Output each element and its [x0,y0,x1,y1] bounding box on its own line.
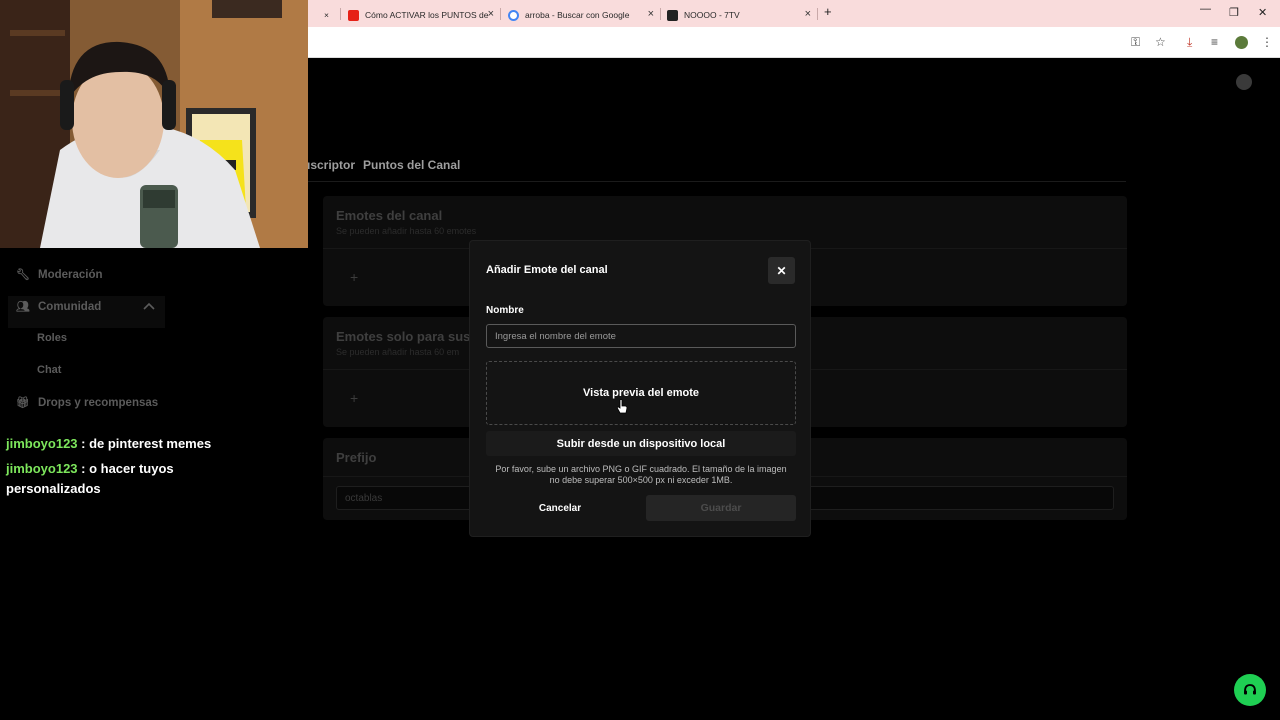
chat-username: jimboyo123 [6,436,78,451]
sidebar-item-label: Moderación [38,268,103,281]
star-icon[interactable]: ☆ [1155,35,1166,49]
sidebar-item-label: Drops y recompensas [38,396,159,409]
close-button[interactable]: ✕ [768,257,795,284]
sidebar-item-drops[interactable]: 🎁︎ Drops y recompensas [16,396,159,410]
section-subtitle: Se pueden añadir hasta 60 em [336,347,460,357]
new-tab-button[interactable]: + [824,4,832,19]
section-title: Emotes del canal [336,208,443,223]
webcam-image [0,0,308,248]
tab-close-button[interactable]: × [324,3,340,27]
sidebar-item-chat[interactable]: Chat [37,364,61,376]
help-button[interactable] [1234,674,1266,706]
chat-text: : de pinterest memes [77,436,212,451]
tab-separator [500,8,501,20]
key-icon[interactable]: ⚿ [1131,35,1140,50]
headset-icon [1244,684,1256,695]
hand-cursor-icon [617,399,628,414]
chat-username: jimboyo123 [6,461,78,476]
section-title: Emotes solo para susc [336,329,478,344]
save-button[interactable]: Guardar [646,495,796,521]
restore-icon[interactable]: ❐ [1229,6,1239,19]
section-subtitle: Se pueden añadir hasta 60 emotes [336,226,477,236]
tab-title: NOOOO - 7TV [684,10,740,20]
close-icon[interactable]: × [805,8,811,20]
chat-message: jimboyo123 : de pinterest memes [6,434,246,454]
tab-subscriber[interactable]: uscriptor [303,158,355,172]
media-icon[interactable]: ≡ [1211,35,1218,49]
cancel-button[interactable]: Cancelar [486,495,634,521]
tab-title: Cómo ACTIVAR los PUNTOS de [365,10,489,20]
users-icon: 👥︎ [16,301,30,313]
youtube-icon [348,9,359,21]
profile-avatar[interactable] [1235,36,1248,49]
emote-preview-dropzone[interactable]: Vista previa del emote [486,361,796,425]
upload-hint: Por favor, sube un archivo PNG o GIF cua… [495,464,787,485]
sidebar-item-moderation[interactable]: 🔧︎ Moderación [16,268,103,282]
add-emote-modal: Añadir Emote del canal ✕ Nombre Vista pr… [469,240,811,537]
sidebar-item-roles[interactable]: Roles [37,332,67,344]
chevron-up-icon[interactable] [143,302,155,310]
add-emote-button[interactable]: + [350,269,358,285]
close-window-icon[interactable]: ✕ [1258,6,1267,19]
close-icon[interactable]: × [648,8,654,20]
tab-separator [340,8,341,20]
chat-message: jimboyo123 : o hacer tuyos personalizado… [6,459,246,499]
user-avatar[interactable] [1236,74,1252,90]
sidebar-item-label: Comunidad [38,300,102,313]
google-icon [508,9,519,21]
menu-icon[interactable]: ⋮ [1261,35,1273,49]
download-icon[interactable]: ⤓ [1187,35,1192,50]
wrench-icon: 🔧︎ [16,269,30,281]
close-icon: ✕ [776,263,787,278]
gift-icon: 🎁︎ [16,397,30,409]
upload-local-button[interactable]: Subir desde un dispositivo local [486,431,796,456]
browser-tab[interactable]: arroba - Buscar con Google × [508,3,660,27]
tab-title: arroba - Buscar con Google [525,10,630,20]
tab-channel-points[interactable]: Puntos del Canal [363,158,460,172]
modal-title: Añadir Emote del canal [486,264,608,276]
emote-name-input[interactable] [486,324,796,348]
close-icon[interactable]: × [488,8,494,20]
tab-separator [660,8,661,20]
7tv-icon [667,9,678,21]
tabs-divider [300,181,1126,182]
name-label: Nombre [486,305,524,316]
add-emote-button[interactable]: + [350,390,358,406]
minimize-icon[interactable]: — [1200,3,1211,15]
browser-tab[interactable]: Cómo ACTIVAR los PUNTOS de × [348,3,500,27]
browser-tab-active[interactable]: NOOOO - 7TV × [667,3,817,27]
close-icon[interactable]: × [324,10,329,20]
section-title: Prefijo [336,450,377,465]
tab-separator [817,8,818,20]
sidebar-item-community[interactable]: 👥︎ Comunidad [16,300,102,314]
